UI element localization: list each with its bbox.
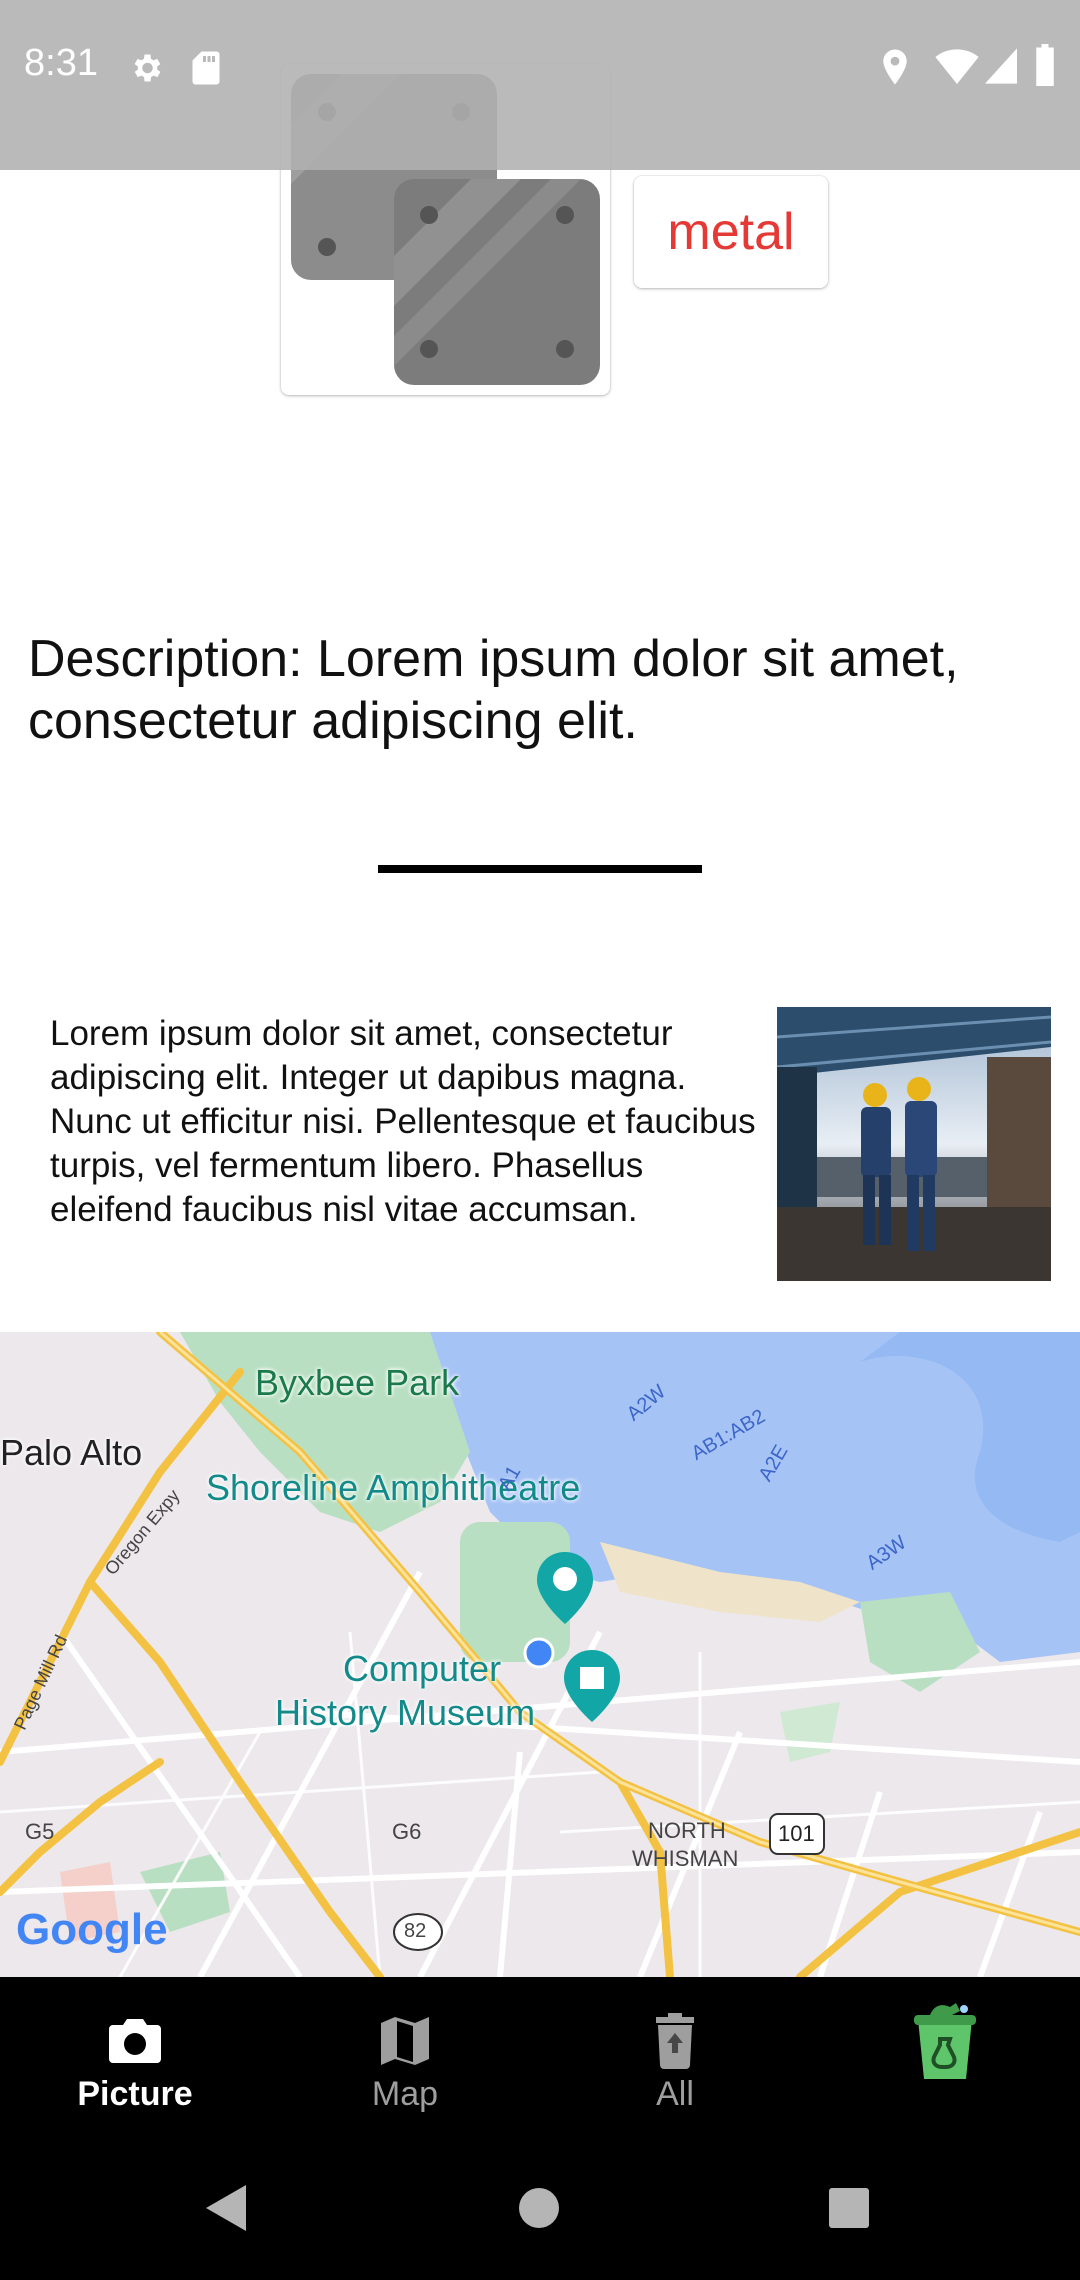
divider [378, 865, 702, 873]
trash-can-icon [654, 2013, 696, 2069]
signal-icon [985, 48, 1017, 84]
map-label-whisman: WHISMAN [632, 1846, 739, 1871]
system-navigation [0, 2137, 1080, 2280]
nav-label-picture: Picture [77, 2075, 193, 2113]
map-label-byxbee: Byxbee Park [255, 1362, 460, 1403]
map-background [0, 1332, 1080, 1977]
camera-icon [107, 2013, 163, 2069]
nav-label-all: All [656, 2075, 694, 2113]
map-label-museum-1: Computer [343, 1648, 502, 1689]
nav-map[interactable]: Map [270, 1977, 540, 2137]
map-label-g5: G5 [25, 1819, 55, 1844]
nav-all[interactable]: All [540, 1977, 810, 2137]
factory-workers-photo [777, 1007, 1051, 1281]
map-label-82: 82 [404, 1920, 427, 1942]
description-text: Description: Lorem ipsum dolor sit amet,… [28, 630, 959, 750]
back-icon[interactable] [204, 2185, 248, 2231]
map-label-museum-2: History Museum [275, 1692, 536, 1733]
map-label-101: 101 [778, 1821, 815, 1846]
wifi-icon [935, 49, 979, 84]
recents-icon[interactable] [828, 2187, 870, 2229]
bottom-navigation: Picture Map All [0, 1977, 1080, 2137]
google-logo-text: Google [16, 1905, 168, 1954]
google-logo: Google [16, 1905, 168, 1954]
map-icon [379, 2013, 431, 2069]
settings-icon [134, 54, 161, 82]
location-icon [883, 49, 907, 85]
nav-recycling-bin[interactable] [810, 1977, 1080, 2137]
battery-icon [1036, 44, 1054, 86]
nav-picture[interactable]: Picture [0, 1977, 270, 2137]
map-label-north: NORTH [648, 1818, 726, 1843]
article-text: Lorem ipsum dolor sit amet, consectetur … [50, 1014, 756, 1229]
home-icon[interactable] [518, 2187, 560, 2229]
map-view[interactable]: Byxbee Park Palo Alto Shoreline Amphithe… [0, 1332, 1080, 1977]
status-time: 8:31 [24, 42, 98, 84]
status-bar: 8:31 [0, 0, 1080, 170]
nav-label-map: Map [371, 2075, 439, 2113]
map-label-g6: G6 [392, 1819, 422, 1844]
map-label-palo-alto: Palo Alto [0, 1432, 143, 1473]
material-label: metal [634, 176, 828, 288]
recycling-bin-icon [910, 2003, 980, 2083]
sd-card-icon [192, 51, 220, 85]
